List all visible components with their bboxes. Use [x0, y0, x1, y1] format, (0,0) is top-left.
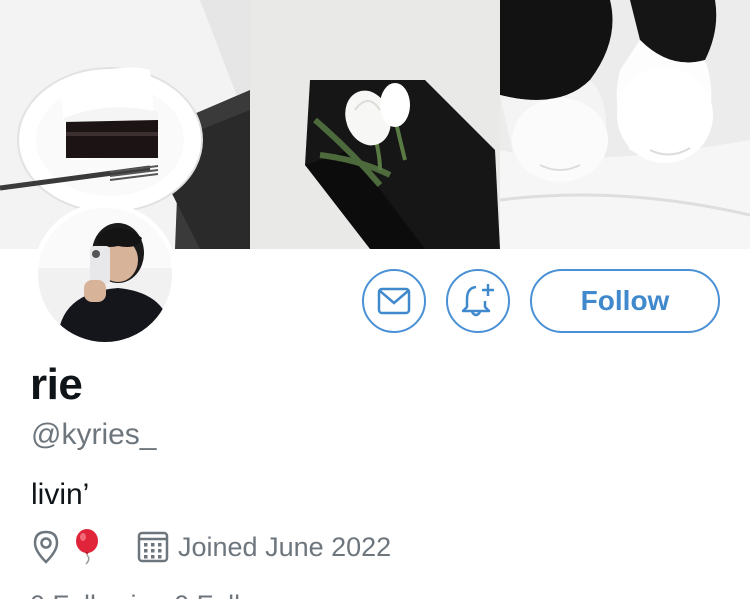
banner-photo-tulips [250, 0, 500, 249]
avatar-photo [38, 208, 172, 342]
profile-handle: @kyries_ [31, 418, 157, 451]
banner-photo-cat-paws [500, 0, 750, 249]
balloon-emoji [76, 529, 98, 565]
display-name: rie [30, 360, 83, 409]
notifications-button[interactable] [446, 269, 510, 333]
message-icon [377, 287, 411, 315]
follow-counts[interactable]: 0 Following 0 Followers [30, 590, 312, 599]
profile-meta: Joined June 2022 [30, 529, 391, 565]
bell-plus-icon [461, 284, 494, 317]
message-button[interactable] [362, 269, 426, 333]
profile-bio: livin’ [31, 478, 90, 511]
profile-avatar[interactable] [33, 203, 177, 347]
calendar-icon [137, 531, 169, 563]
joined-date: Joined June 2022 [178, 531, 392, 562]
follow-button[interactable]: Follow [530, 269, 720, 333]
location-pin-icon [33, 530, 59, 564]
